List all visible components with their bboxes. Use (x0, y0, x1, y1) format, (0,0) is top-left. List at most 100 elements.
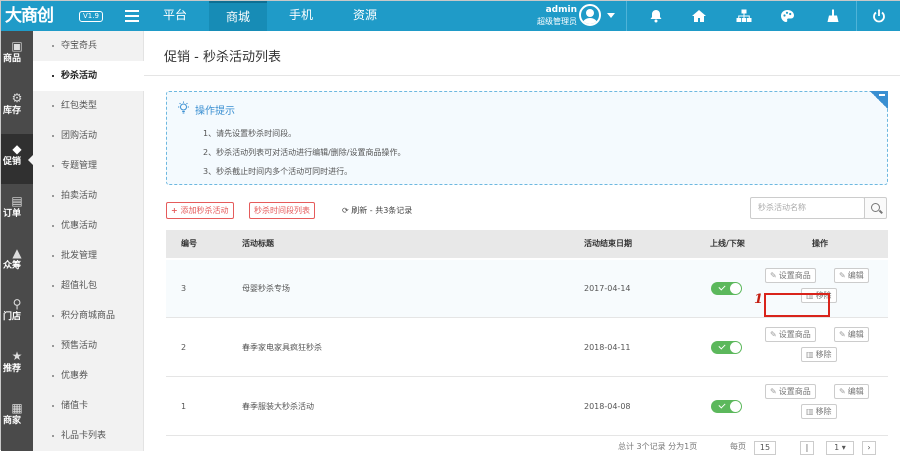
table-row: 1 春季服装大秒杀活动 2018-04-08 ✎ 设置商品 ✎ 编辑 ▥ 移除 (166, 378, 888, 436)
edit-icon: ✎ (839, 387, 846, 396)
edit-button[interactable]: ✎ 编辑 (834, 268, 869, 283)
nav-tab-mobile[interactable]: 手机 (277, 1, 325, 31)
store-icon: ▦ (11, 401, 23, 415)
module-label: 库存 (3, 106, 22, 116)
set-goods-label: 设置商品 (778, 330, 811, 339)
per-page-input[interactable]: 15 (754, 441, 776, 455)
power-icon[interactable] (863, 1, 895, 31)
user-info[interactable]: admin 超级管理员 (521, 5, 577, 27)
sitemap-icon[interactable] (728, 1, 760, 31)
version-badge: V1.9 (79, 11, 103, 22)
submenu-item-flash-sale[interactable]: 秒杀活动 (33, 61, 144, 91)
submenu-item[interactable]: 夺宝奇兵 (33, 31, 144, 61)
submenu-item[interactable]: 批发管理 (33, 241, 144, 271)
module-label: 推荐 (3, 364, 22, 374)
collapse-tips-icon[interactable] (870, 91, 888, 109)
home-icon[interactable] (683, 1, 715, 31)
edit-icon: ✎ (839, 330, 846, 339)
submenu-item[interactable]: 超值礼包 (33, 271, 144, 301)
search-icon[interactable] (864, 197, 887, 219)
next-page-button[interactable]: › (862, 441, 876, 455)
main-content: 促销 - 秒杀活动列表 操作提示 1、请先设置秒杀时间段。 2、秒杀活动列表可对… (144, 31, 900, 455)
per-page-label: 每页 (730, 442, 746, 451)
module-sidebar: ▣ 商品 ⚙ 库存 ◆ 促销 ▤ 订单 ▲ 众筹 ⚲ 门店 ★ 推荐 ▦ 商家 (1, 31, 34, 451)
submenu-item[interactable]: 预售活动 (33, 331, 144, 361)
nav-tab-resources[interactable]: 资源 (341, 1, 389, 31)
annotation-highlight-box (764, 293, 830, 317)
cell-title: 春季服装大秒杀活动 (242, 402, 314, 411)
module-crowdfunding[interactable]: ▲ 众筹 (1, 238, 33, 288)
online-toggle[interactable] (711, 282, 742, 295)
edit-label: 编辑 (847, 330, 864, 339)
page-select-value: 1 (834, 443, 840, 452)
plus-icon: + (171, 206, 181, 215)
add-flash-sale-button[interactable]: + 添加秒杀活动 (166, 202, 234, 219)
chevron-down-icon[interactable] (607, 13, 615, 18)
cell-id: 2 (181, 343, 187, 352)
header-divider (856, 1, 857, 31)
submenu-item[interactable]: 团购活动 (33, 121, 144, 151)
set-goods-button[interactable]: ✎ 设置商品 (765, 384, 816, 399)
refresh-icon: ⟳ (342, 206, 352, 215)
module-recommend[interactable]: ★ 推荐 (1, 341, 33, 391)
module-stores[interactable]: ⚲ 门店 (1, 289, 33, 339)
cell-id: 1 (181, 402, 187, 411)
page-select[interactable]: 1 ▾ (826, 441, 854, 455)
submenu-item[interactable]: 优惠券 (33, 361, 144, 391)
column-header-actions: 操作 (812, 239, 828, 248)
cell-end-date: 2018-04-11 (584, 343, 631, 352)
module-promotion[interactable]: ◆ 促销 (1, 134, 34, 184)
tips-panel: 操作提示 1、请先设置秒杀时间段。 2、秒杀活动列表可对活动进行编辑/删除/设置… (166, 91, 888, 185)
submenu-item[interactable]: 积分商城商品 (33, 301, 144, 331)
nav-tab-mall[interactable]: 商城 (209, 1, 267, 31)
app-frame: 大商创 V1.9 平台 商城 手机 资源 admin 超级管理员 ▣ 商品 ⚙ … (0, 0, 900, 455)
module-orders[interactable]: ▤ 订单 (1, 186, 33, 236)
title-divider (144, 75, 900, 76)
search-input[interactable]: 秒杀活动名称 (750, 197, 865, 219)
module-inventory[interactable]: ⚙ 库存 (1, 83, 33, 133)
add-flash-sale-label: 添加秒杀活动 (180, 206, 229, 215)
edit-button[interactable]: ✎ 编辑 (834, 327, 869, 342)
remove-button[interactable]: ▥ 移除 (801, 404, 837, 419)
broom-icon[interactable] (817, 1, 849, 31)
clipboard-icon: ▤ (11, 194, 23, 208)
remove-label: 移除 (815, 350, 832, 359)
column-header-title: 活动标题 (242, 239, 274, 248)
gears-icon: ⚙ (11, 91, 23, 105)
submenu-item[interactable]: 红包类型 (33, 91, 144, 121)
pagination-summary: 总计 3个记录 分为1页 (618, 442, 698, 451)
trash-icon: ▥ (806, 407, 814, 416)
column-header-end-date: 活动结束日期 (584, 239, 632, 248)
bell-icon[interactable] (640, 1, 672, 31)
submenu-item[interactable]: 拍卖活动 (33, 181, 144, 211)
location-pin-icon: ⚲ (12, 297, 22, 311)
tip-item: 3、秒杀截止时间内多个活动可同时进行。 (203, 167, 353, 176)
cell-title: 春季家电家具疯狂秒杀 (242, 343, 322, 352)
cell-title: 母婴秒杀专场 (242, 284, 290, 293)
remove-button[interactable]: ▥ 移除 (801, 347, 837, 362)
module-merchants[interactable]: ▦ 商家 (1, 393, 33, 443)
module-label: 促销 (3, 157, 22, 167)
avatar[interactable] (579, 4, 601, 26)
table-row: 2 春季家电家具疯狂秒杀 2018-04-11 ✎ 设置商品 ✎ 编辑 ▥ 移除 (166, 319, 888, 377)
submenu-item[interactable]: 储值卡 (33, 391, 144, 421)
submenu-item[interactable]: 专题管理 (33, 151, 144, 181)
header-divider (626, 1, 627, 31)
online-toggle[interactable] (711, 341, 742, 354)
online-toggle[interactable] (711, 400, 742, 413)
palette-icon[interactable] (771, 1, 803, 31)
module-label: 门店 (3, 312, 22, 322)
module-label: 订单 (3, 209, 22, 219)
edit-label: 编辑 (847, 271, 864, 280)
set-goods-button[interactable]: ✎ 设置商品 (765, 327, 816, 342)
nav-tab-platform[interactable]: 平台 (151, 1, 199, 31)
module-goods[interactable]: ▣ 商品 (1, 31, 33, 81)
set-goods-button[interactable]: ✎ 设置商品 (765, 268, 816, 283)
submenu-item[interactable]: 优惠活动 (33, 211, 144, 241)
first-page-button[interactable]: | (800, 441, 814, 455)
timeslot-list-button[interactable]: 秒杀时间段列表 (249, 202, 315, 219)
refresh-button[interactable]: ⟳ 刷新 - 共3条记录 (342, 203, 412, 218)
menu-toggle-icon[interactable] (125, 10, 139, 22)
edit-button[interactable]: ✎ 编辑 (834, 384, 869, 399)
submenu-item[interactable]: 礼品卡列表 (33, 421, 144, 451)
